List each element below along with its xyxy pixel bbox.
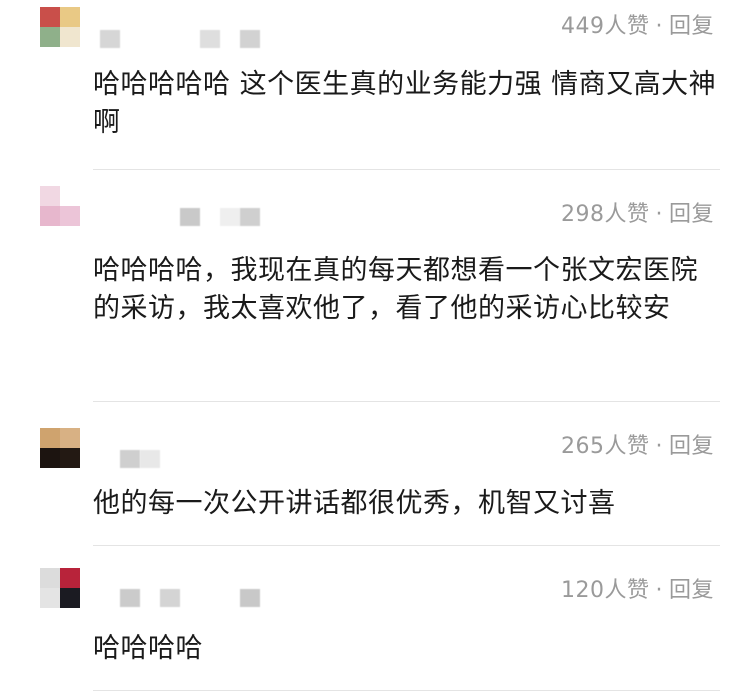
username-blurred[interactable]	[120, 589, 140, 607]
username-blurred	[240, 589, 260, 607]
comment-item: 120人赞 · 回复 哈哈哈哈	[0, 0, 750, 694]
avatar-tile	[40, 588, 60, 608]
avatar-tile	[60, 568, 80, 588]
like-count[interactable]: 120人赞	[561, 578, 650, 603]
avatar-tile	[40, 568, 60, 588]
divider	[93, 690, 720, 691]
username-blurred	[160, 589, 180, 607]
avatar-tile	[60, 588, 80, 608]
meta-separator: ·	[655, 578, 663, 603]
comment-meta: 120人赞 · 回复	[561, 572, 714, 604]
comment-text: 哈哈哈哈	[93, 633, 203, 664]
reply-button[interactable]: 回复	[669, 578, 714, 603]
avatar[interactable]	[40, 568, 80, 608]
